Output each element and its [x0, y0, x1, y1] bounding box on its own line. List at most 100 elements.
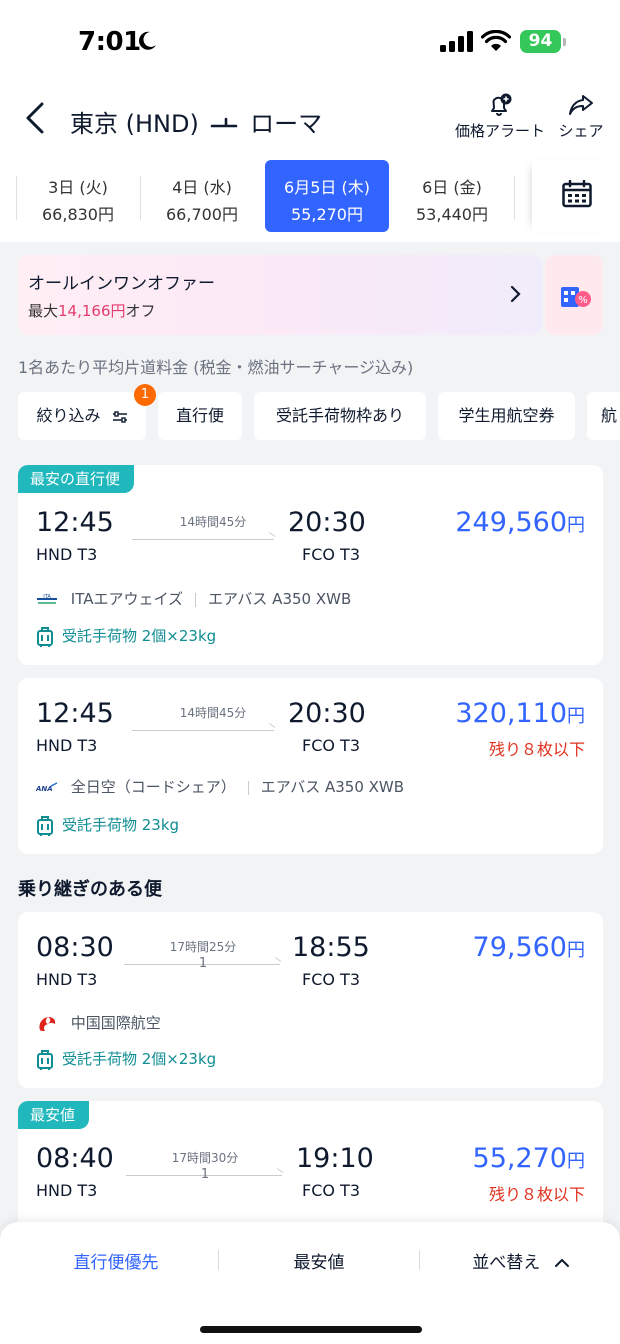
date-price: 66,830円 [42, 205, 114, 224]
cheapest-tag: 最安値 [18, 1101, 90, 1129]
fare-price: 249,560円 [455, 507, 585, 538]
chevron-up-icon [554, 1258, 569, 1267]
arrival-airport: FCO T3 [302, 545, 361, 564]
aircraft-type: エアバス A350 XWB [208, 590, 352, 608]
arrival-time: 20:30 [288, 507, 366, 538]
route-title: 東京 (HND) ローマ [70, 104, 322, 139]
status-bar: 7:01 94 [0, 0, 620, 86]
one-way-arrow-icon [211, 117, 238, 128]
filter-chip-airline[interactable]: 航 [587, 392, 620, 440]
arrival-airport: FCO T3 [302, 1181, 361, 1200]
luggage-icon [37, 1049, 53, 1070]
sort-options-button[interactable]: 並べ替え [446, 1248, 596, 1273]
promo-subtitle: 最大14,166円オフ [28, 302, 156, 320]
calendar-button[interactable] [532, 160, 620, 232]
airline-name: ITAエアウェイズ [70, 590, 184, 608]
fare-price: 320,110円 [455, 698, 585, 729]
chevron-right-icon [510, 285, 521, 303]
luggage-icon [37, 815, 53, 836]
sort-nonstop-first[interactable]: 直行便優先 [40, 1248, 192, 1273]
arrival-time: 19:10 [296, 1143, 374, 1174]
arrival-time: 18:55 [292, 932, 370, 963]
baggage-allowance: 受託手荷物 23kg [36, 814, 179, 837]
svg-text:ANA: ANA [36, 785, 53, 793]
date-day: 6日 (金) [422, 178, 482, 197]
filter-chip-checked-baggage[interactable]: 受託手荷物枠あり [254, 392, 426, 440]
aircraft-type: エアバス A350 XWB [260, 778, 405, 796]
battery-indicator: 94 [520, 30, 566, 53]
fare-price: 79,560円 [472, 932, 585, 963]
fare-price: 55,270円 [472, 1143, 585, 1174]
airline-info: ANA 全日空（コードシェア） エアバス A350 XWB [36, 776, 404, 797]
status-time: 7:01 [78, 27, 141, 57]
back-icon[interactable] [22, 100, 48, 136]
date-option[interactable]: 4日 (水) 66,700円 [140, 160, 264, 232]
departure-time: 08:40 [36, 1143, 114, 1174]
share-icon [569, 95, 593, 115]
price-alert-label: 価格アラート [454, 122, 545, 140]
flight-duration: 17時間30分 [171, 1151, 239, 1165]
departure-airport: HND T3 [36, 1181, 98, 1200]
departure-airport: HND T3 [36, 545, 98, 564]
bell-plus-icon [491, 93, 512, 116]
date-day: 4日 (水) [172, 178, 232, 197]
moon-icon [139, 31, 156, 50]
departure-time: 08:30 [36, 932, 114, 963]
wifi-icon [481, 30, 511, 51]
calendar-icon [562, 180, 592, 208]
route-destination: ローマ [250, 110, 323, 138]
share-button[interactable]: シェア [556, 92, 606, 141]
date-price: 55,270円 [291, 205, 363, 224]
signal-icon [440, 31, 473, 52]
airline-name: 全日空（コードシェア） [70, 778, 236, 796]
departure-airport: HND T3 [36, 970, 98, 989]
route-origin: 東京 (HND) [70, 110, 199, 138]
sort-label: 並べ替え [472, 1253, 541, 1273]
stop-count: 1 [200, 1167, 210, 1182]
header: 東京 (HND) ローマ 価格アラート シェア [0, 86, 620, 156]
date-day: 6月5日 (木) [284, 178, 370, 197]
section-title-connecting: 乗り継ぎのある便 [18, 879, 162, 900]
price-alert-button[interactable]: 価格アラート [452, 92, 548, 141]
seats-remaining: 残り８枚以下 [488, 1185, 585, 1204]
filter-chip-nonstop[interactable]: 直行便 [158, 392, 242, 440]
date-price: 53,440円 [416, 205, 488, 224]
svg-text:ITA: ITA [43, 594, 51, 600]
stop-count: 1 [198, 956, 208, 971]
date-option[interactable]: 3日 (火) 66,830円 [16, 160, 140, 232]
date-price: 66,700円 [166, 205, 238, 224]
ita-logo-icon: ITA [37, 594, 57, 604]
airline-info: 中国国際航空 [36, 1012, 161, 1034]
date-day: 3日 (火) [48, 178, 108, 197]
promo-banner[interactable]: オールインワンオファー 最大14,166円オフ [18, 255, 542, 335]
baggage-allowance: 受託手荷物 2個×23kg [36, 625, 216, 648]
promo-amount: 14,166円 [58, 302, 126, 320]
filter-icon [112, 410, 127, 423]
filter-chip-student-fare[interactable]: 学生用航空券 [438, 392, 575, 440]
sort-cheapest[interactable]: 最安値 [244, 1248, 394, 1273]
date-option[interactable]: 6日 (金) 53,440円 [390, 160, 514, 232]
cheapest-nonstop-tag: 最安の直行便 [18, 465, 135, 493]
airline-name: 中国国際航空 [70, 1014, 161, 1032]
hotel-discount-icon: % [561, 287, 591, 307]
filter-button[interactable]: 絞り込み [18, 392, 146, 440]
date-selector: 3日 (火) 66,830円 4日 (水) 66,700円 6月5日 (木) 5… [0, 156, 620, 242]
ana-logo-icon: ANA [36, 781, 58, 793]
arrival-time: 20:30 [288, 698, 366, 729]
flight-duration: 17時間25分 [169, 940, 237, 954]
flight-duration: 14時間45分 [179, 515, 247, 529]
flight-card[interactable]: 最安の直行便 12:45 HND T3 14時間45分 20:30 FCO T3… [18, 465, 603, 665]
promo-thumbnail[interactable]: % [545, 255, 603, 335]
baggage-allowance: 受託手荷物 2個×23kg [36, 1048, 216, 1071]
home-indicator [200, 1326, 422, 1333]
arrival-airport: FCO T3 [302, 970, 361, 989]
departure-time: 12:45 [36, 698, 114, 729]
flight-card[interactable]: 12:45 HND T3 14時間45分 20:30 FCO T3 320,11… [18, 678, 603, 854]
date-option-selected[interactable]: 6月5日 (木) 55,270円 [265, 160, 389, 232]
flight-card[interactable]: 08:30 HND T3 17時間25分 1 18:55 FCO T3 79,5… [18, 912, 603, 1088]
battery-level: 94 [520, 30, 561, 53]
fare-note: 1名あたり平均片道料金 (税金・燃油サーチャージ込み) [18, 358, 414, 377]
air-china-logo-icon [39, 1016, 56, 1031]
arrival-airport: FCO T3 [302, 736, 361, 755]
svg-text:%: % [578, 295, 588, 306]
